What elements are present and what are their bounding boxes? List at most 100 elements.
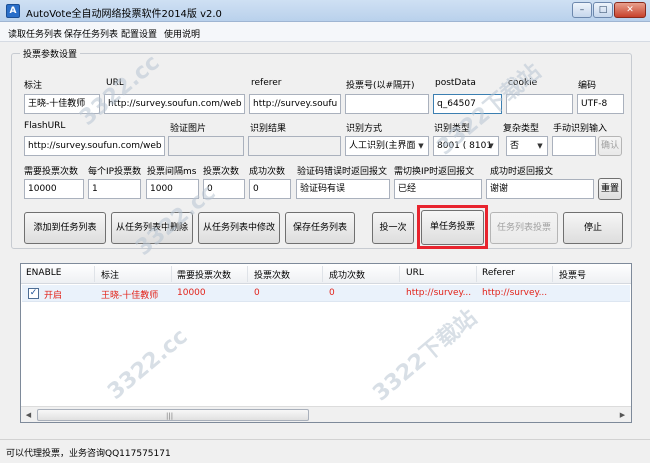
minimize-button[interactable]: – <box>572 2 592 18</box>
chevron-down-icon: ▼ <box>418 142 424 150</box>
menu-help[interactable]: 使用说明 <box>164 27 200 40</box>
window-title: AutoVote全自动网络投票软件2014版 v2.0 <box>26 9 222 20</box>
column-header-biaozhu[interactable]: 标注 <box>101 268 119 281</box>
table-row[interactable]: ✓ 开启 王晓-十佳教师 10000 0 0 http://survey... … <box>22 285 630 302</box>
success-count-input[interactable]: 0 <box>249 179 291 199</box>
cell-needed: 10000 <box>177 288 206 298</box>
column-header-vote-number[interactable]: 投票号 <box>559 268 586 281</box>
cell-url: http://survey... <box>406 288 472 298</box>
label-recognize-type: 识别类型 <box>434 124 471 134</box>
cell-voted: 0 <box>254 288 260 298</box>
flashurl-input[interactable]: http://survey.soufun.com/web <box>24 136 165 156</box>
list-vote-button[interactable]: 任务列表投票 <box>490 212 558 244</box>
label-success-count: 成功次数 <box>249 167 286 177</box>
stop-button[interactable]: 停止 <box>563 212 623 244</box>
cookie-input[interactable] <box>506 94 573 114</box>
recognize-type-select[interactable]: 8001 ( 8101 ▼ <box>433 136 499 156</box>
modify-in-list-button[interactable]: 从任务列表中修改 <box>198 212 280 244</box>
save-list-button[interactable]: 保存任务列表 <box>285 212 355 244</box>
column-header-enable[interactable]: ENABLE <box>26 268 61 278</box>
label-success-msg: 成功时返回报文 <box>490 167 554 177</box>
scroll-left-icon[interactable]: ◀ <box>21 408 36 422</box>
label-cookie: cookie <box>508 78 538 88</box>
biaozhu-input[interactable]: 王晓-十佳教师 <box>24 94 100 114</box>
highlight-frame <box>417 205 488 249</box>
vote-count-needed-input[interactable]: 10000 <box>24 179 84 199</box>
chevron-down-icon: ▼ <box>488 142 494 150</box>
postdata-input[interactable]: q_64507 <box>433 94 502 114</box>
delete-from-list-button[interactable]: 从任务列表中删除 <box>111 212 193 244</box>
chevron-down-icon: ▼ <box>537 142 543 150</box>
label-vote-interval: 投票间隔ms <box>147 167 197 177</box>
reset-button[interactable]: 重置 <box>598 178 622 200</box>
menu-bar: 读取任务列表 保存任务列表 配置设置 使用说明 <box>0 22 650 42</box>
column-divider <box>94 266 95 282</box>
menu-load-task-list[interactable]: 读取任务列表 <box>8 27 62 40</box>
column-header-referer[interactable]: Referer <box>482 268 515 278</box>
column-header-voted[interactable]: 投票次数 <box>254 268 290 281</box>
app-icon: A <box>6 4 20 18</box>
column-divider <box>322 266 323 282</box>
column-header-url[interactable]: URL <box>406 268 424 278</box>
table-header: ENABLE 标注 需要投票次数 投票次数 成功次数 URL Referer 投… <box>21 264 631 284</box>
label-encoding: 编码 <box>578 81 597 91</box>
recognize-type-value: 8001 ( 8101 <box>437 141 493 151</box>
label-switch-ip-msg: 需切换IP时返回报文 <box>394 167 475 177</box>
vote-once-button[interactable]: 投一次 <box>372 212 414 244</box>
label-vote-count-needed: 需要投票次数 <box>24 167 79 177</box>
label-flashurl: FlashURL <box>24 121 66 131</box>
horizontal-scrollbar[interactable]: ◀ ||| ▶ <box>21 406 631 422</box>
label-captcha-error-msg: 验证码错误时返回报文 <box>297 167 388 177</box>
complex-type-select[interactable]: 否 ▼ <box>506 136 548 156</box>
scrollbar-thumb[interactable]: ||| <box>37 409 309 421</box>
encoding-input[interactable]: UTF-8 <box>577 94 624 114</box>
captcha-error-msg-input[interactable]: 验证码有误 <box>296 179 390 199</box>
scroll-right-icon[interactable]: ▶ <box>615 408 630 422</box>
column-header-needed[interactable]: 需要投票次数 <box>177 268 231 281</box>
label-voted-count: 投票次数 <box>203 167 240 177</box>
grip-icon: ||| <box>166 412 174 420</box>
voted-count-input[interactable]: 0 <box>203 179 245 199</box>
recognize-mode-select[interactable]: 人工识别(主界面 ▼ <box>345 136 429 156</box>
group-title: 投票参数设置 <box>20 47 81 60</box>
status-text: 可以代理投票，业务咨询QQ117575171 <box>6 449 171 459</box>
vote-number-input[interactable] <box>345 94 429 114</box>
cell-success: 0 <box>329 288 335 298</box>
label-biaozhu: 标注 <box>24 81 43 91</box>
column-divider <box>247 266 248 282</box>
column-divider <box>399 266 400 282</box>
column-divider <box>552 266 553 282</box>
switch-ip-msg-input[interactable]: 已经 <box>394 179 482 199</box>
captcha-image-box <box>168 136 244 156</box>
per-ip-count-input[interactable]: 1 <box>88 179 141 199</box>
url-input[interactable]: http://survey.soufun.com/web <box>104 94 245 114</box>
status-bar: 可以代理投票，业务咨询QQ117575171 <box>0 439 650 463</box>
title-bar: A AutoVote全自动网络投票软件2014版 v2.0 – □ ✕ <box>0 0 650 22</box>
vote-interval-input[interactable]: 1000 <box>146 179 199 199</box>
label-captcha-image: 验证图片 <box>170 124 207 134</box>
label-vote-number: 投票号(以#隔开) <box>346 81 415 91</box>
recognize-result-input[interactable] <box>248 136 341 156</box>
column-header-success[interactable]: 成功次数 <box>329 268 365 281</box>
label-postdata: postData <box>435 78 476 88</box>
label-per-ip-count: 每个IP投票数 <box>88 167 142 177</box>
label-referer: referer <box>251 78 282 88</box>
label-recognize-result: 识别结果 <box>250 124 287 134</box>
cell-referer: http://survey... <box>482 288 548 298</box>
enable-checkbox[interactable]: ✓ <box>28 288 39 299</box>
manual-input-field[interactable] <box>552 136 596 156</box>
menu-config[interactable]: 配置设置 <box>121 27 157 40</box>
cell-biaozhu: 王晓-十佳教师 <box>101 291 159 301</box>
identify-button[interactable]: 确认 <box>598 136 622 156</box>
referer-input[interactable]: http://survey.soufu <box>249 94 341 114</box>
close-button[interactable]: ✕ <box>614 2 646 18</box>
label-complex-type: 复杂类型 <box>503 124 540 134</box>
complex-type-value: 否 <box>510 141 520 151</box>
success-msg-input[interactable]: 谢谢 <box>486 179 594 199</box>
add-to-list-button[interactable]: 添加到任务列表 <box>24 212 106 244</box>
column-divider <box>476 266 477 282</box>
maximize-button[interactable]: □ <box>593 2 613 18</box>
task-table: ENABLE 标注 需要投票次数 投票次数 成功次数 URL Referer 投… <box>20 263 632 423</box>
label-manual-input: 手动识别输入 <box>553 124 608 134</box>
menu-save-task-list[interactable]: 保存任务列表 <box>64 27 118 40</box>
